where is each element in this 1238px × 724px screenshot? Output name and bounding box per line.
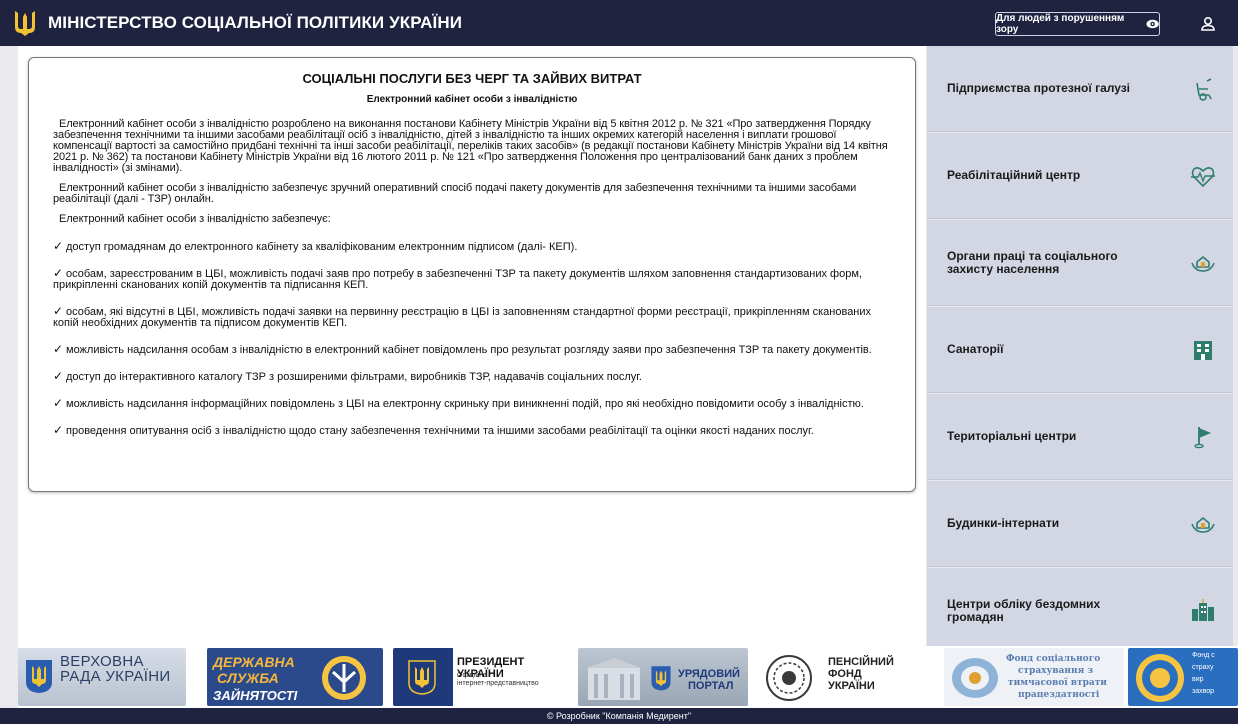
check-icon: ✓ [53,266,64,280]
coat-of-arms-icon [26,660,52,693]
pension-line2: ФОНД [828,668,862,680]
sidebar-item-boarding-houses[interactable]: Будинки-інтернати [927,481,1233,567]
sidebar-item-rehab[interactable]: Реабілітаційний центр [927,133,1233,219]
gov-line2: ПОРТАЛ [688,680,734,692]
check-icon: ✓ [53,239,64,253]
logo-social-insurance-fund[interactable]: Фонд соціального страхування з тимчасово… [944,648,1124,706]
feature-item: ✓ доступ громадянам до електронного кабін… [53,239,891,253]
intro-paragraph: Електронний кабінет особи з інвалідністю… [53,118,888,174]
last-line4: захвор [1192,688,1215,695]
eye-icon [1146,19,1159,29]
top-header: МІНІСТЕРСТВО СОЦІАЛЬНОЇ ПОЛІТИКИ УКРАЇНИ… [0,0,1238,46]
footer: © Розробник "Компанія Медирент" [0,708,1238,724]
logo-president[interactable]: ПРЕЗИДЕНТ УКРАЇНИ Офіційне інтернет-пред… [393,648,569,706]
fund-line4: працездатності [1018,690,1100,700]
pension-line1: ПЕНСІЙНИЙ [828,656,894,668]
rada-text: ВЕРХОВНА РАДА УКРАЇНИ [60,653,171,685]
feature-item: ✓ особам, які відсутні в ЦБІ, можливість … [53,304,891,329]
check-icon: ✓ [53,423,64,437]
logo-employment-service[interactable]: ДЕРЖАВНА СЛУЖБА ЗАЙНЯТОСТІ [207,648,383,706]
building-icon [1194,340,1212,360]
employment-line2: СЛУЖБА [217,670,279,686]
fund-line2: страхування з [1018,666,1094,676]
sidebar-item-homeless-centers[interactable]: Центри обліку бездомних громадян [927,568,1233,654]
accident-fund-emblem-icon [1136,654,1184,702]
feature-text: особам, які відсутні в ЦБІ, можливість п… [53,306,872,329]
feature-item: ✓ можливість надсилання інформаційних пов… [53,396,891,410]
pension-line3: УКРАЇНИ [828,680,875,692]
check-icon: ✓ [53,304,64,318]
house-hands-icon [1191,255,1215,272]
government-building-icon [586,658,642,700]
trident-icon[interactable] [12,9,38,37]
article-heading: СОЦІАЛЬНІ ПОСЛУГИ БЕЗ ЧЕРГ ТА ЗАЙВИХ ВИТ… [302,71,642,86]
fund-line1: Фонд соціального [1006,654,1101,664]
flag-icon [1194,426,1211,448]
logo-verkhovna-rada[interactable]: ВЕРХОВНА РАДА УКРАЇНИ [18,648,186,706]
fund-line3: тимчасової втрати [1008,678,1107,688]
logo-pension-fund[interactable]: ПЕНСІЙНИЙ ФОНД УКРАЇНИ [756,648,934,706]
main-content: СОЦІАЛЬНІ ПОСЛУГИ БЕЗ ЧЕРГ ТА ЗАЙВИХ ВИТ… [18,46,926,646]
check-icon: ✓ [53,396,64,410]
employment-emblem-icon [322,656,366,700]
sidebar-item-label: Територіальні центри [947,429,1077,443]
sidebar-item-label: Реабілітаційний центр [947,168,1081,182]
partner-logos: ВЕРХОВНА РАДА УКРАЇНИ ДЕРЖАВНА СЛУЖБА ЗА… [18,646,1238,708]
feature-item: ✓ можливість надсилання особам з інвалідн… [53,342,891,356]
feature-text: доступ громадянам до електронного кабіне… [66,241,578,253]
ministry-title[interactable]: МІНІСТЕРСТВО СОЦІАЛЬНОЇ ПОЛІТИКИ УКРАЇНИ [48,13,462,33]
gov-line1: УРЯДОВИЙ [678,668,740,680]
employment-line3: ЗАЙНЯТОСТІ [213,688,298,703]
feature-item: ✓ проведення опитування осіб з інвалідніс… [53,423,891,437]
feature-text: особам, зареєстрованим в ЦБІ, можливість… [53,268,862,291]
last-line3: вир [1192,676,1204,683]
sidebar-item-label: Центри обліку бездомних громадян [947,596,1101,624]
logo-government-portal[interactable]: УРЯДОВИЙ ПОРТАЛ [578,648,748,706]
visually-impaired-button[interactable]: Для людей з порушенням зору [995,12,1160,36]
sidebar-item-label: Санаторії [947,342,1004,356]
feature-text: проведення опитування осіб з інвалідніст… [66,425,814,437]
heart-pulse-icon [1191,166,1215,187]
feature-item: ✓ доступ до інтерактивного каталогу ТЗР з… [53,369,891,383]
article-card: СОЦІАЛЬНІ ПОСЛУГИ БЕЗ ЧЕРГ ТА ЗАЙВИХ ВИТ… [28,57,916,492]
user-icon[interactable] [1198,14,1218,34]
sidebar-item-prosthetics[interactable]: Підприємства протезної галузі [927,46,1233,132]
sidebar-item-territorial-centers[interactable]: Територіальні центри [927,394,1233,480]
insurance-emblem-icon [952,658,998,698]
president-line3: інтернет-представництво [457,680,539,687]
coat-of-arms-icon [651,666,671,691]
footer-credit: © Розробник "Компанія Медирент" [546,711,692,721]
intro-paragraph: Електронний кабінет особи з інвалідністю… [59,213,331,225]
check-icon: ✓ [53,342,64,356]
article-subheading: Електронний кабінет особи з інвалідністю [366,94,578,105]
house-hands-icon [1191,516,1215,533]
feature-text: можливість надсилання інформаційних пові… [66,398,864,410]
last-line1: Фонд с [1192,652,1215,659]
sidebar-item-label: Органи праці та соціального захисту насе… [947,248,1118,276]
sidebar-item-labor-social[interactable]: Органи праці та соціального захисту насе… [927,220,1233,306]
employment-line1: ДЕРЖАВНА [213,654,295,670]
pension-fund-emblem-icon [766,655,812,701]
check-icon: ✓ [53,369,64,383]
president-line2: Офіційне [457,672,487,679]
vision-button-label: Для людей з порушенням зору [996,13,1125,35]
sidebar-item-sanatoriums[interactable]: Санаторії [927,307,1233,393]
last-line2: страху [1192,664,1214,671]
feature-item: ✓ особам, зареєстрованим в ЦБІ, можливіст… [53,266,891,291]
sidebar-item-label: Будинки-інтернати [947,516,1060,530]
intro-paragraph: Електронний кабінет особи з інвалідністю… [53,182,857,205]
sidebar-item-label: Підприємства протезної галузі [947,81,1131,95]
trident-icon [408,660,436,695]
feature-text: доступ до інтерактивного каталогу ТЗР з … [66,371,642,383]
feature-text: можливість надсилання особам з інвалідні… [66,344,872,356]
wheelchair-icon [1196,77,1212,101]
logo-accident-fund[interactable]: Фонд с страху вир захвор [1128,648,1238,706]
city-icon [1192,598,1214,621]
